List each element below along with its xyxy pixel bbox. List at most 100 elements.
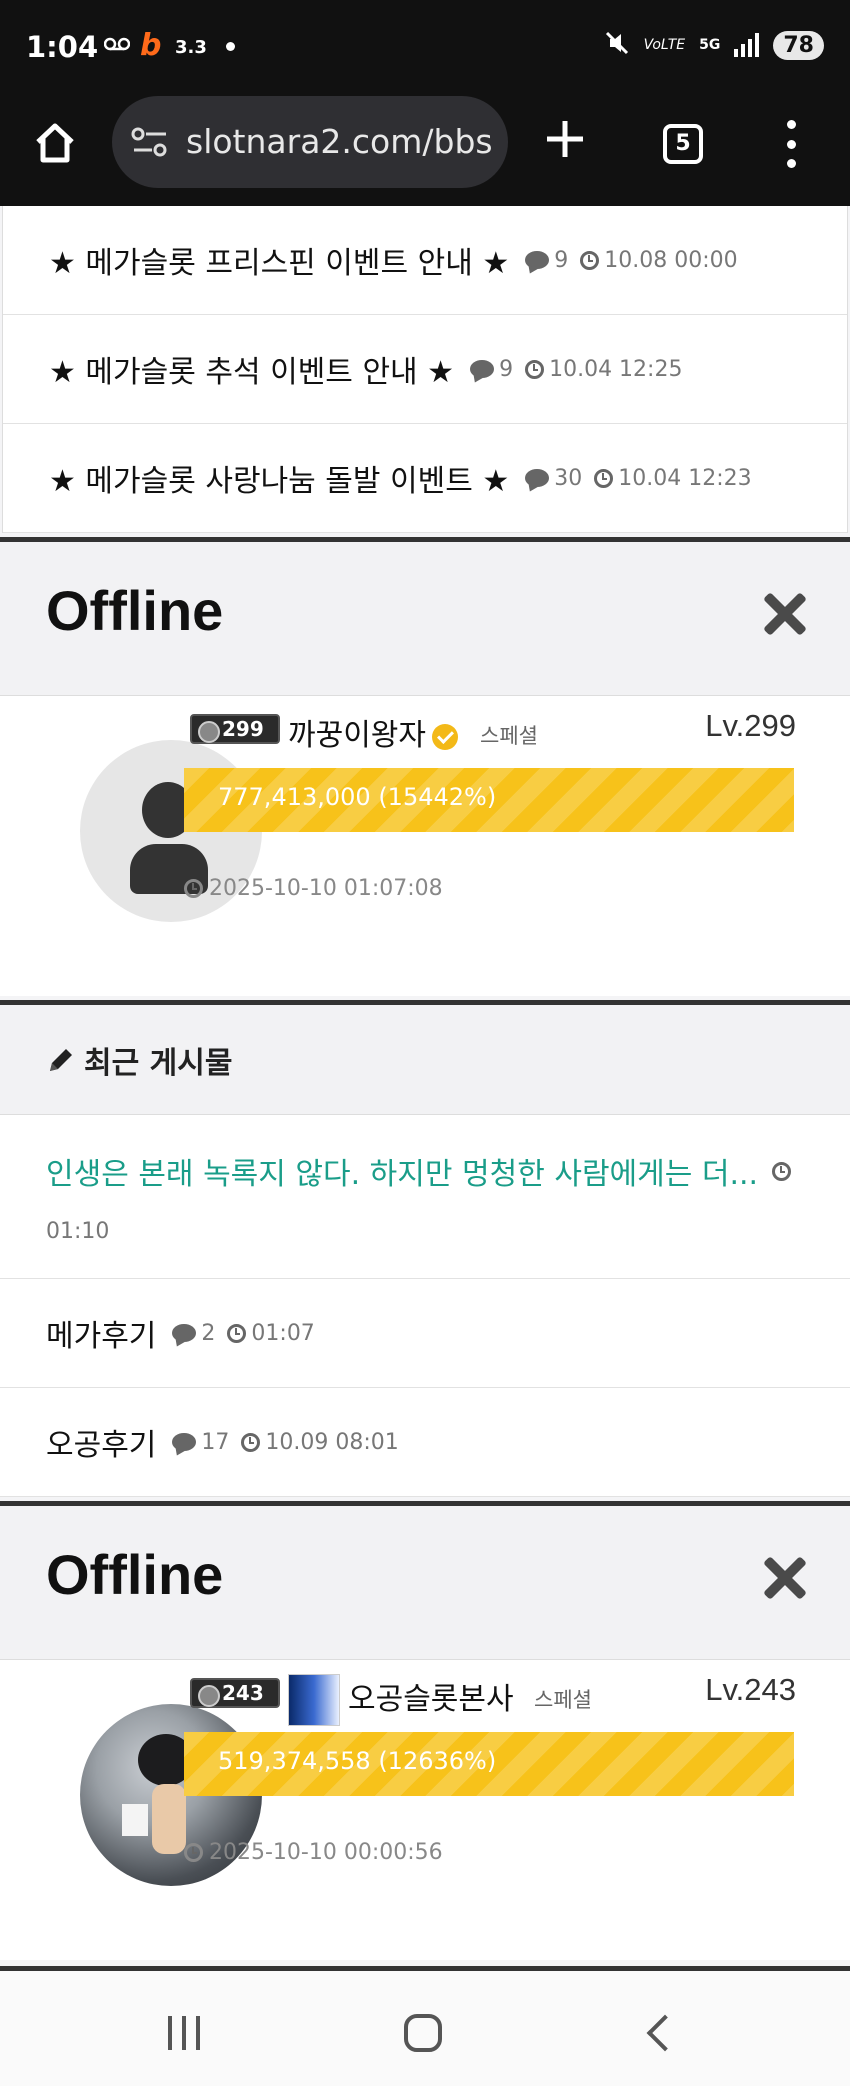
notice-title[interactable]: ★ 메가슬롯 사랑나눔 돌발 이벤트 ★	[49, 456, 509, 500]
user-grade: 스페셜	[480, 724, 538, 748]
more-menu-icon[interactable]	[785, 120, 797, 168]
clock-icon	[525, 359, 545, 379]
clock-icon	[772, 1161, 792, 1181]
recent-post-item[interactable]: 오공후기 17 10.09 08:01	[0, 1388, 850, 1497]
user-grade: 스페셜	[534, 1688, 592, 1712]
notification-dot	[226, 42, 235, 51]
recent-posts-header: 최근 게시물	[0, 1005, 850, 1115]
tab-switcher-button[interactable]: 5	[663, 124, 703, 164]
online-status: Offline	[46, 1543, 224, 1606]
comment-icon	[525, 251, 550, 269]
recent-post-item[interactable]: 메가후기 2 01:07	[0, 1279, 850, 1388]
notice-item[interactable]: ★ 메가슬롯 추석 이벤트 안내 ★ 9 10.04 12:25	[3, 315, 847, 424]
notice-item[interactable]: ★ 메가슬롯 사랑나눔 돌발 이벤트 ★ 30 10.04 12:23	[3, 424, 847, 533]
clock-icon	[184, 1843, 203, 1862]
post-meta: 17 10.09 08:01	[172, 1430, 410, 1455]
clock-icon	[184, 879, 203, 898]
post-time: 10.09 08:01	[265, 1429, 399, 1455]
points-text: 519,374,558 (12636%)	[218, 1747, 497, 1775]
site-settings-icon[interactable]	[130, 126, 170, 158]
profile-card: Offline 243 오공슬롯본사 스페셜 Lv.243 519,374,55…	[0, 1501, 850, 1960]
post-title[interactable]: 메가후기	[46, 1311, 156, 1355]
avatar-figure-body	[152, 1784, 186, 1854]
comment-count: 9	[554, 247, 569, 273]
comment-count: 30	[554, 465, 583, 491]
volte-label: VoLTE	[643, 37, 686, 53]
url-text[interactable]: slotnara2.com/bbs	[186, 122, 493, 161]
clock-icon	[580, 250, 600, 270]
post-title[interactable]: 오공후기	[46, 1420, 156, 1464]
app-b-icon: b	[140, 28, 162, 63]
clock-icon	[227, 1323, 247, 1343]
clock-icon	[241, 1432, 261, 1452]
recent-posts: 최근 게시물 인생은 본래 녹록지 않다. 하지만 멍청한 사람에게는 더...…	[0, 1000, 850, 1497]
online-status: Offline	[46, 579, 224, 642]
last-seen: 2025-10-10 00:00:56	[184, 1840, 443, 1865]
user-name[interactable]: 까꿍이왕자	[288, 710, 458, 754]
user-level: Lv.299	[705, 708, 796, 743]
user-name-text[interactable]: 오공슬롯본사	[348, 1682, 514, 1717]
post-time: 10.08 00:00	[604, 247, 738, 273]
comment-count: 9	[499, 356, 514, 382]
profile-body: 299 까꿍이왕자 스페셜 Lv.299 777,413,000 (15442%…	[0, 696, 850, 996]
post-time: 10.04 12:23	[618, 465, 752, 491]
recent-apps-icon[interactable]	[168, 2016, 200, 2050]
points-text: 777,413,000 (15442%)	[218, 783, 497, 811]
home-icon	[36, 123, 74, 163]
signal-icon	[734, 33, 760, 57]
user-level: Lv.243	[705, 1672, 796, 1707]
close-icon[interactable]	[762, 1556, 806, 1600]
home-button[interactable]	[30, 118, 80, 168]
url-bar-row: slotnara2.com/bbs 5	[0, 96, 850, 206]
profile-header: Offline	[0, 1506, 850, 1660]
plus-icon	[547, 121, 583, 157]
post-title[interactable]: 인생은 본래 녹록지 않다. 하지만 멍청한 사람에게는 더...	[46, 1149, 758, 1193]
page-content: ★ 메가슬롯 프리스핀 이벤트 안내 ★ 9 10.08 00:00 ★ 메가슬…	[0, 206, 850, 1960]
recent-post-item[interactable]: 인생은 본래 녹록지 않다. 하지만 멍청한 사람에게는 더... 01:10	[0, 1115, 850, 1279]
clock-icon	[594, 468, 614, 488]
address-bar[interactable]: slotnara2.com/bbs	[112, 96, 508, 188]
comment-count: 2	[201, 1320, 216, 1346]
status-speed: 3.3	[175, 37, 207, 58]
level-badge: 243	[190, 1678, 280, 1708]
status-time: 1:04	[26, 30, 99, 64]
avatar-figure-flag	[122, 1804, 148, 1836]
pencil-icon	[50, 1048, 72, 1071]
new-tab-button[interactable]	[545, 116, 585, 168]
back-icon[interactable]	[646, 2014, 684, 2052]
notice-item[interactable]: ★ 메가슬롯 프리스핀 이벤트 안내 ★ 9 10.08 00:00	[3, 206, 847, 315]
post-meta: 2 01:07	[172, 1321, 326, 1346]
profile-body: 243 오공슬롯본사 스페셜 Lv.243 519,374,558 (12636…	[0, 1660, 850, 1960]
notice-title[interactable]: ★ 메가슬롯 프리스핀 이벤트 안내 ★	[49, 238, 509, 282]
status-bar: 1:04 b 3.3 VoLTE 5G 78	[0, 0, 850, 96]
profile-card: Offline 299 까꿍이왕자 스페셜 Lv.299 777,413,000…	[0, 537, 850, 996]
notice-meta: 9 10.04 12:25	[470, 357, 694, 382]
points-bar: 777,413,000 (15442%)	[184, 768, 794, 832]
post-time: 01:10	[46, 1219, 110, 1244]
comment-icon	[470, 360, 495, 378]
post-time: 10.04 12:25	[549, 356, 683, 382]
status-right: VoLTE 5G 78	[604, 30, 824, 60]
last-seen: 2025-10-10 01:07:08	[184, 876, 443, 901]
post-time: 01:07	[251, 1320, 315, 1346]
notice-list: ★ 메가슬롯 프리스핀 이벤트 안내 ★ 9 10.08 00:00 ★ 메가슬…	[2, 206, 848, 533]
user-logo-icon	[288, 1674, 340, 1726]
close-icon[interactable]	[762, 592, 806, 636]
notice-title[interactable]: ★ 메가슬롯 추석 이벤트 안내 ★	[49, 347, 454, 391]
last-seen-time: 2025-10-10 00:00:56	[209, 1840, 443, 1865]
browser-chrome: 1:04 b 3.3 VoLTE 5G 78 slotnara2.com/bbs	[0, 0, 850, 206]
android-nav-bar	[0, 1976, 850, 2086]
battery-indicator: 78	[773, 30, 824, 60]
mute-icon	[604, 30, 630, 60]
points-bar: 519,374,558 (12636%)	[184, 1732, 794, 1796]
comment-count: 17	[201, 1429, 230, 1455]
profile-header: Offline	[0, 542, 850, 696]
notice-meta: 9 10.08 00:00	[525, 248, 749, 273]
last-seen-time: 2025-10-10 01:07:08	[209, 876, 443, 901]
home-nav-icon[interactable]	[404, 2014, 442, 2052]
comment-icon	[172, 1433, 197, 1451]
verified-icon	[432, 723, 458, 750]
user-name-text[interactable]: 까꿍이왕자	[288, 718, 426, 753]
level-badge: 299	[190, 714, 280, 744]
user-name[interactable]: 오공슬롯본사	[348, 1674, 514, 1718]
